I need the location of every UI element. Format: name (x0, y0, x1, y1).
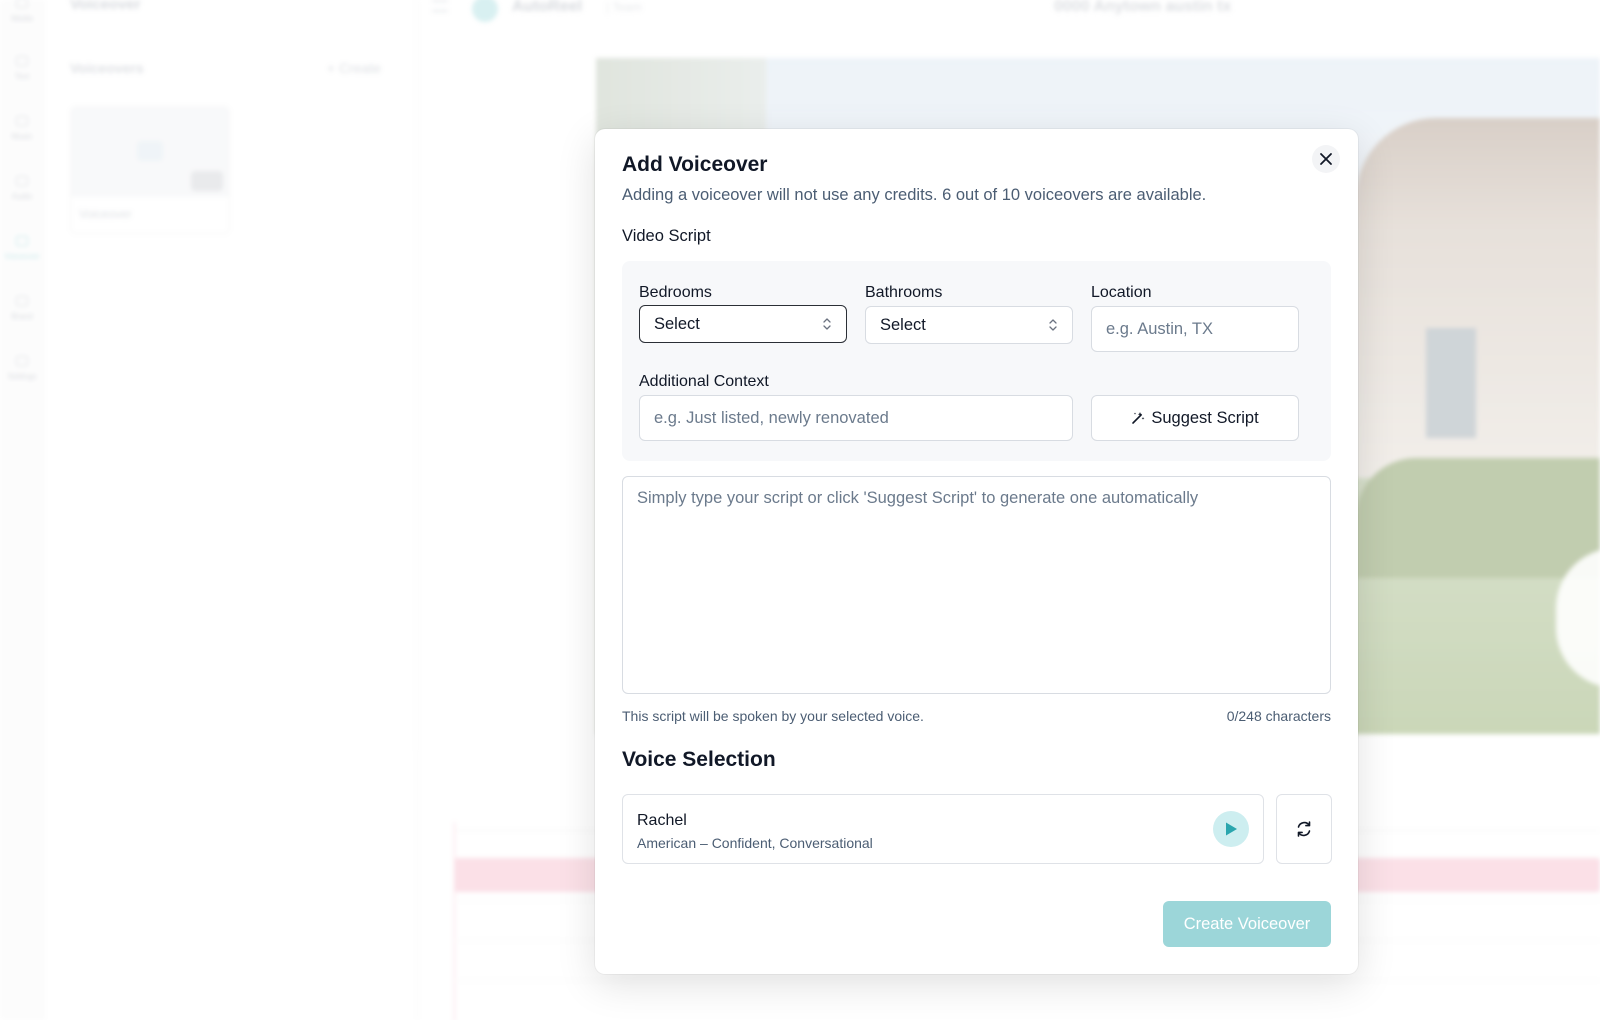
bathrooms-select-value: Select (880, 315, 926, 334)
voice-description: American – Confident, Conversational (637, 835, 873, 851)
script-options-panel: Bedrooms Select Bathrooms Select Locatio… (622, 261, 1331, 461)
voice-name: Rachel (637, 812, 687, 829)
script-textarea[interactable] (622, 476, 1331, 694)
play-icon (1226, 822, 1237, 836)
add-voiceover-dialog: Add Voiceover Adding a voiceover will no… (595, 129, 1358, 974)
refresh-icon (1297, 821, 1311, 837)
bedrooms-select-value: Select (654, 314, 700, 333)
bedrooms-select[interactable]: Select (639, 305, 847, 343)
script-help-text: This script will be spoken by your selec… (622, 708, 924, 724)
character-count: 0/248 characters (1226, 708, 1331, 724)
suggest-script-label: Suggest Script (1151, 408, 1259, 427)
dialog-title: Add Voiceover (622, 153, 768, 176)
suggest-script-button[interactable]: Suggest Script (1091, 395, 1299, 441)
create-voiceover-button[interactable]: Create Voiceover (1163, 901, 1331, 947)
close-button[interactable] (1312, 145, 1340, 173)
close-icon (1320, 153, 1332, 165)
voice-selection-heading: Voice Selection (622, 748, 776, 771)
chevron-up-down-icon (823, 318, 831, 330)
voice-selector[interactable]: Rachel American – Confident, Conversatio… (622, 794, 1264, 864)
magic-wand-icon (1132, 412, 1145, 424)
bathrooms-select[interactable]: Select (865, 306, 1073, 344)
refresh-voice-button[interactable] (1276, 794, 1332, 864)
dialog-subtitle: Adding a voiceover will not use any cred… (622, 186, 1207, 204)
video-script-label: Video Script (622, 227, 711, 245)
chevron-up-down-icon (1049, 319, 1057, 331)
additional-context-input[interactable] (639, 395, 1073, 441)
location-label: Location (1091, 284, 1152, 301)
bathrooms-label: Bathrooms (865, 284, 943, 301)
play-voice-button[interactable] (1213, 811, 1249, 847)
bedrooms-label: Bedrooms (639, 284, 712, 301)
additional-context-label: Additional Context (639, 373, 769, 390)
location-input[interactable] (1091, 306, 1299, 352)
